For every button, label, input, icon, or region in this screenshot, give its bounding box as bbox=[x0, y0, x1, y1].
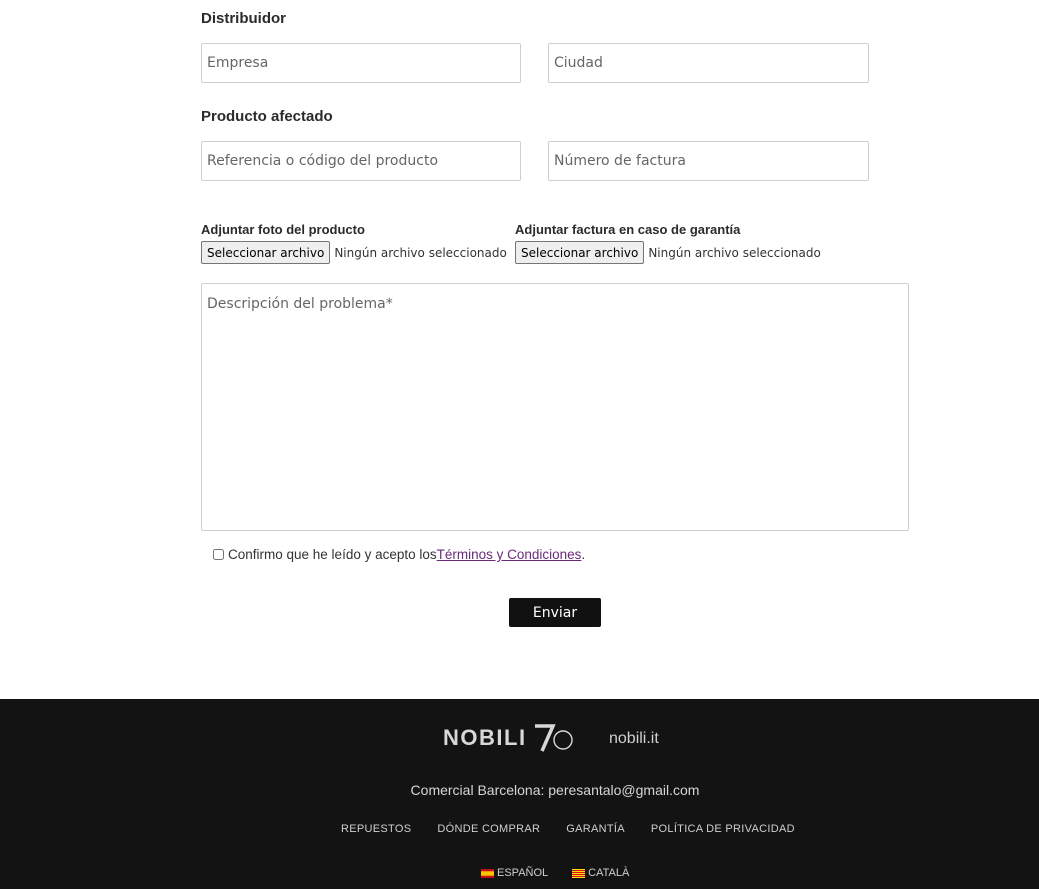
site-footer: NOBILI nobili.it Comercial Barcelona: pe… bbox=[0, 699, 1039, 889]
company-input[interactable] bbox=[201, 43, 521, 83]
invoice-upload-control: Seleccionar archivo Ningún archivo selec… bbox=[515, 241, 821, 264]
footer-link-donde-comprar[interactable]: DÓNDE COMPRAR bbox=[437, 823, 540, 835]
terms-period: . bbox=[581, 547, 586, 562]
language-switcher: ESPAÑOL CATALÀ bbox=[481, 867, 629, 879]
product-heading: Producto afectado bbox=[201, 108, 333, 125]
photo-upload-control: Seleccionar archivo Ningún archivo selec… bbox=[201, 241, 507, 264]
photo-upload-button[interactable]: Seleccionar archivo bbox=[201, 241, 331, 264]
nobili-logo[interactable]: NOBILI bbox=[443, 723, 575, 753]
lang-espanol[interactable]: ESPAÑOL bbox=[481, 867, 548, 879]
footer-nav: REPUESTOS DÓNDE COMPRAR GARANTÍA POLÍTIC… bbox=[341, 823, 795, 835]
footer-link-garantia[interactable]: GARANTÍA bbox=[566, 823, 625, 835]
invoice-upload-button[interactable]: Seleccionar archivo bbox=[515, 241, 645, 264]
catalonia-flag-icon bbox=[572, 868, 586, 878]
lang-espanol-label: ESPAÑOL bbox=[497, 867, 549, 879]
invoice-number-input[interactable] bbox=[548, 141, 869, 181]
city-input[interactable] bbox=[548, 43, 869, 83]
photo-upload-status: Ningún archivo seleccionado bbox=[334, 245, 507, 260]
terms-link[interactable]: Términos y Condiciones bbox=[437, 547, 582, 562]
lang-catala[interactable]: CATALÀ bbox=[572, 867, 629, 879]
logo-wordmark: NOBILI bbox=[443, 725, 527, 750]
footer-link-privacidad[interactable]: POLÍTICA DE PRIVACIDAD bbox=[651, 823, 795, 835]
problem-description-textarea[interactable] bbox=[201, 283, 909, 531]
photo-upload-label: Adjuntar foto del producto bbox=[201, 222, 365, 237]
footer-link-repuestos[interactable]: REPUESTOS bbox=[341, 823, 411, 835]
terms-confirm-text: Confirmo que he leído y acepto los bbox=[228, 547, 437, 562]
invoice-upload-status: Ningún archivo seleccionado bbox=[648, 245, 821, 260]
terms-confirmation: Confirmo que he leído y acepto los Térmi… bbox=[212, 547, 585, 562]
distributor-heading: Distribuidor bbox=[201, 10, 286, 27]
spain-flag-icon bbox=[481, 868, 494, 878]
seventy-logo-icon bbox=[534, 724, 573, 752]
product-reference-input[interactable] bbox=[201, 141, 521, 181]
invoice-upload-label: Adjuntar factura en caso de garantía bbox=[515, 222, 741, 237]
lang-catala-label: CATALÀ bbox=[588, 867, 630, 879]
footer-contact: Comercial Barcelona: peresantalo@gmail.c… bbox=[410, 782, 700, 798]
terms-checkbox[interactable] bbox=[213, 549, 224, 560]
nobili-site-link[interactable]: nobili.it bbox=[609, 730, 659, 748]
submit-button[interactable]: Enviar bbox=[509, 598, 601, 627]
